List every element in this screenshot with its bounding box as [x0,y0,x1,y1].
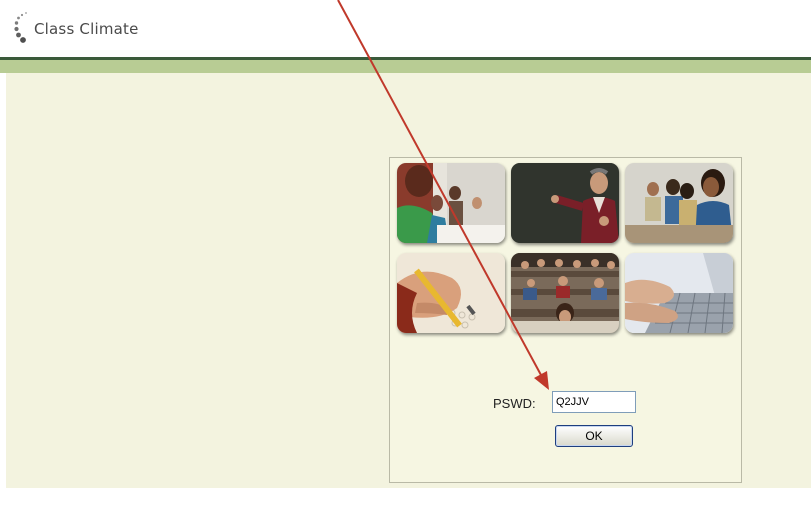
photo-students-listening [625,163,733,243]
class-climate-logo: Class Climate [12,10,182,46]
password-input[interactable] [552,391,636,413]
header: Class Climate [0,0,811,57]
dots-logo-icon [14,12,27,43]
ok-button[interactable]: OK [555,425,633,447]
photo-hand-pencil-form [397,253,505,333]
password-label: PSWD: [493,396,536,411]
green-band [0,60,811,73]
password-row: PSWD: [493,391,643,415]
logo-text: Class Climate [34,20,139,38]
photo-hands-keyboard [625,253,733,333]
photo-lecture-hall [511,253,619,333]
photo-students-writing [397,163,505,243]
photo-teacher-chalkboard [511,163,619,243]
